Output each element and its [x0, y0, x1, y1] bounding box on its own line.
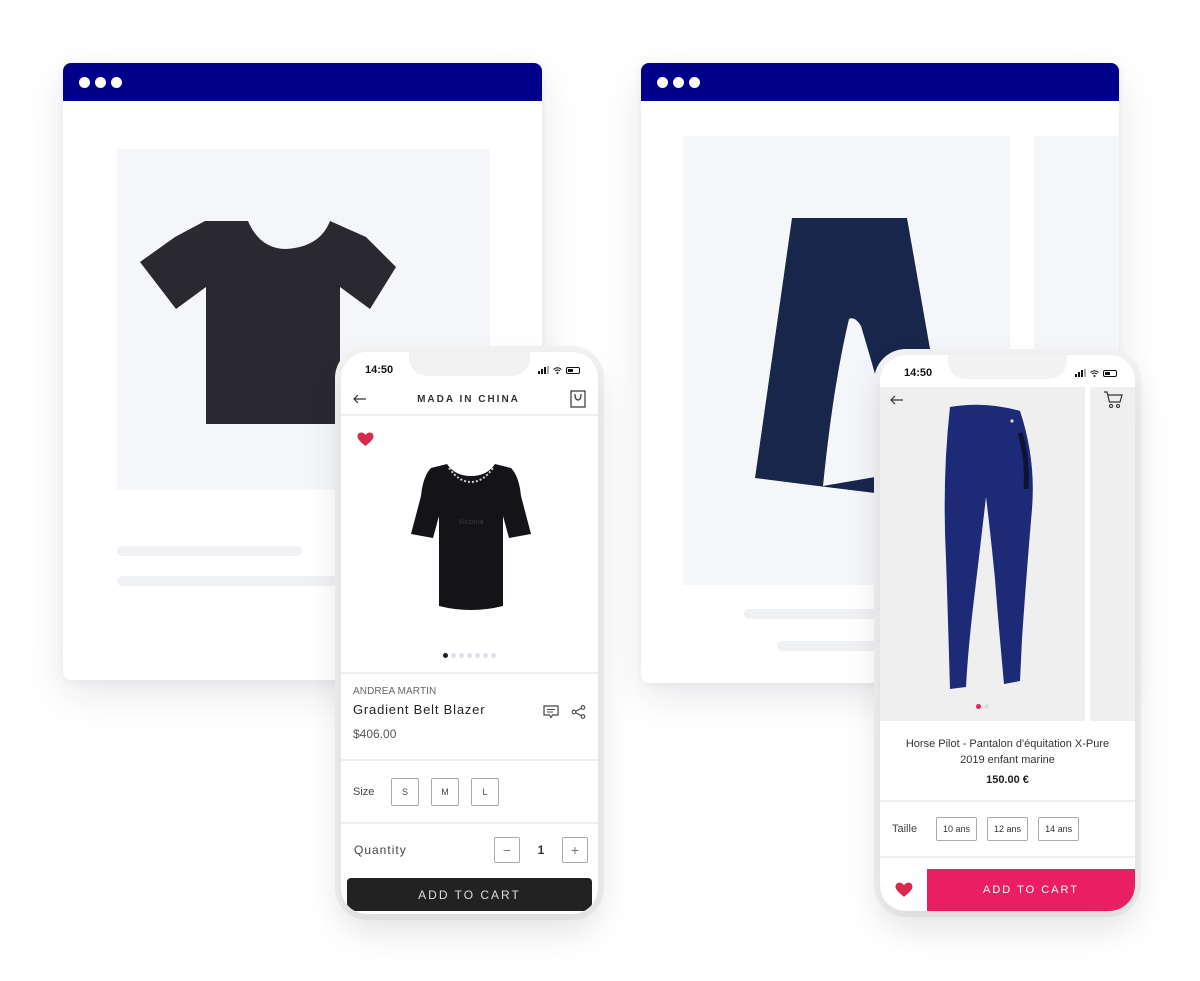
carousel-dot[interactable] [984, 704, 989, 709]
carousel-dot[interactable] [491, 653, 496, 658]
heart-icon[interactable] [880, 869, 927, 911]
product-image-navy-breeches [944, 404, 1033, 689]
product-info: ANDREA MARTIN Gradient Belt Blazer $406.… [341, 674, 598, 761]
product-brand: ANDREA MARTIN [353, 686, 437, 697]
phone-notch [409, 352, 530, 376]
battery-icon [566, 366, 580, 374]
text-placeholder-line [777, 641, 887, 651]
window-dot[interactable] [673, 76, 684, 88]
size-option-12-ans[interactable]: 12 ans [987, 817, 1029, 841]
arrow-left-icon[interactable] [353, 394, 367, 404]
comment-icon[interactable] [543, 705, 559, 719]
bottom-action-bar: ADD TO CART [880, 869, 1135, 911]
phone-product-page-left: 14:50 MADA IN CHINA Viconia ANDREA MARTI… [341, 352, 598, 914]
add-to-cart-button[interactable]: ADD TO CART [927, 869, 1135, 911]
quantity-decrement-button[interactable]: − [494, 837, 520, 863]
carousel-indicator[interactable] [880, 704, 1085, 709]
app-header: MADA IN CHINA [341, 384, 598, 416]
product-name-line2: 2019 enfant marine [960, 754, 1055, 766]
phone-product-page-right: 14:50 Horse Pilot - Pantalon d'équitatio… [880, 355, 1135, 911]
product-name-line1: Horse Pilot - Pantalon d'équitation X-Pu… [905, 738, 1110, 750]
shopping-cart-icon[interactable] [1103, 391, 1123, 409]
quantity-increment-button[interactable]: + [562, 837, 588, 863]
size-option-m[interactable]: M [431, 777, 459, 806]
quantity-stepper: Quantity − 1 + [341, 824, 598, 876]
status-bar: 14:50 [880, 355, 1135, 387]
add-to-cart-button[interactable]: ADD TO CART [347, 878, 592, 911]
carousel-dot[interactable] [475, 653, 480, 658]
carousel-dot[interactable] [443, 653, 448, 658]
carousel-dot[interactable] [976, 704, 981, 709]
status-time: 14:50 [365, 364, 394, 376]
size-option-14-ans[interactable]: 14 ans [1038, 817, 1080, 841]
browser-titlebar [63, 63, 542, 101]
window-dot[interactable] [689, 76, 700, 88]
text-placeholder-line [744, 609, 894, 619]
carousel-dot[interactable] [483, 653, 488, 658]
signal-icon [538, 366, 549, 374]
browser-titlebar [641, 63, 1119, 101]
carousel-dot[interactable] [459, 653, 464, 658]
window-dot[interactable] [111, 76, 122, 88]
product-info: Horse Pilot - Pantalon d'équitation X-Pu… [880, 721, 1135, 802]
wifi-icon [1090, 369, 1099, 377]
size-option-10-ans[interactable]: 10 ans [936, 817, 978, 841]
window-dot[interactable] [95, 76, 106, 88]
size-label: Taille [892, 823, 918, 835]
signal-icon [1075, 369, 1086, 377]
text-placeholder-line [117, 546, 302, 556]
product-gallery[interactable] [880, 387, 1135, 721]
heart-icon[interactable] [357, 432, 374, 447]
product-image-black-top: Viconia [411, 464, 531, 610]
quantity-value: 1 [537, 843, 545, 857]
shopping-bag-icon[interactable] [570, 390, 586, 408]
size-selector: Taille 10 ans 12 ans 14 ans [880, 802, 1135, 858]
size-option-l[interactable]: L [471, 777, 499, 806]
gallery-slide-next[interactable] [1090, 387, 1135, 721]
store-title: MADA IN CHINA [417, 393, 520, 405]
product-price: 150.00 € [986, 774, 1029, 786]
wifi-icon [553, 366, 562, 374]
status-bar: 14:50 [341, 352, 598, 384]
image-watermark: Viconia [458, 518, 483, 526]
product-gallery[interactable]: Viconia [341, 416, 598, 674]
window-dot[interactable] [79, 76, 90, 88]
carousel-dot[interactable] [451, 653, 456, 658]
size-label: Size [353, 785, 375, 798]
status-time: 14:50 [904, 367, 933, 379]
carousel-indicator[interactable] [341, 653, 598, 658]
phone-notch [948, 355, 1067, 379]
quantity-label: Quantity [354, 843, 407, 857]
window-dot[interactable] [657, 76, 668, 88]
share-icon[interactable] [571, 705, 586, 719]
arrow-left-icon[interactable] [890, 395, 904, 405]
text-placeholder-line [117, 576, 347, 586]
size-option-s[interactable]: S [391, 777, 419, 806]
product-price: $406.00 [353, 727, 397, 741]
size-selector: Size S M L [341, 761, 598, 824]
battery-icon [1103, 369, 1117, 377]
carousel-dot[interactable] [467, 653, 472, 658]
